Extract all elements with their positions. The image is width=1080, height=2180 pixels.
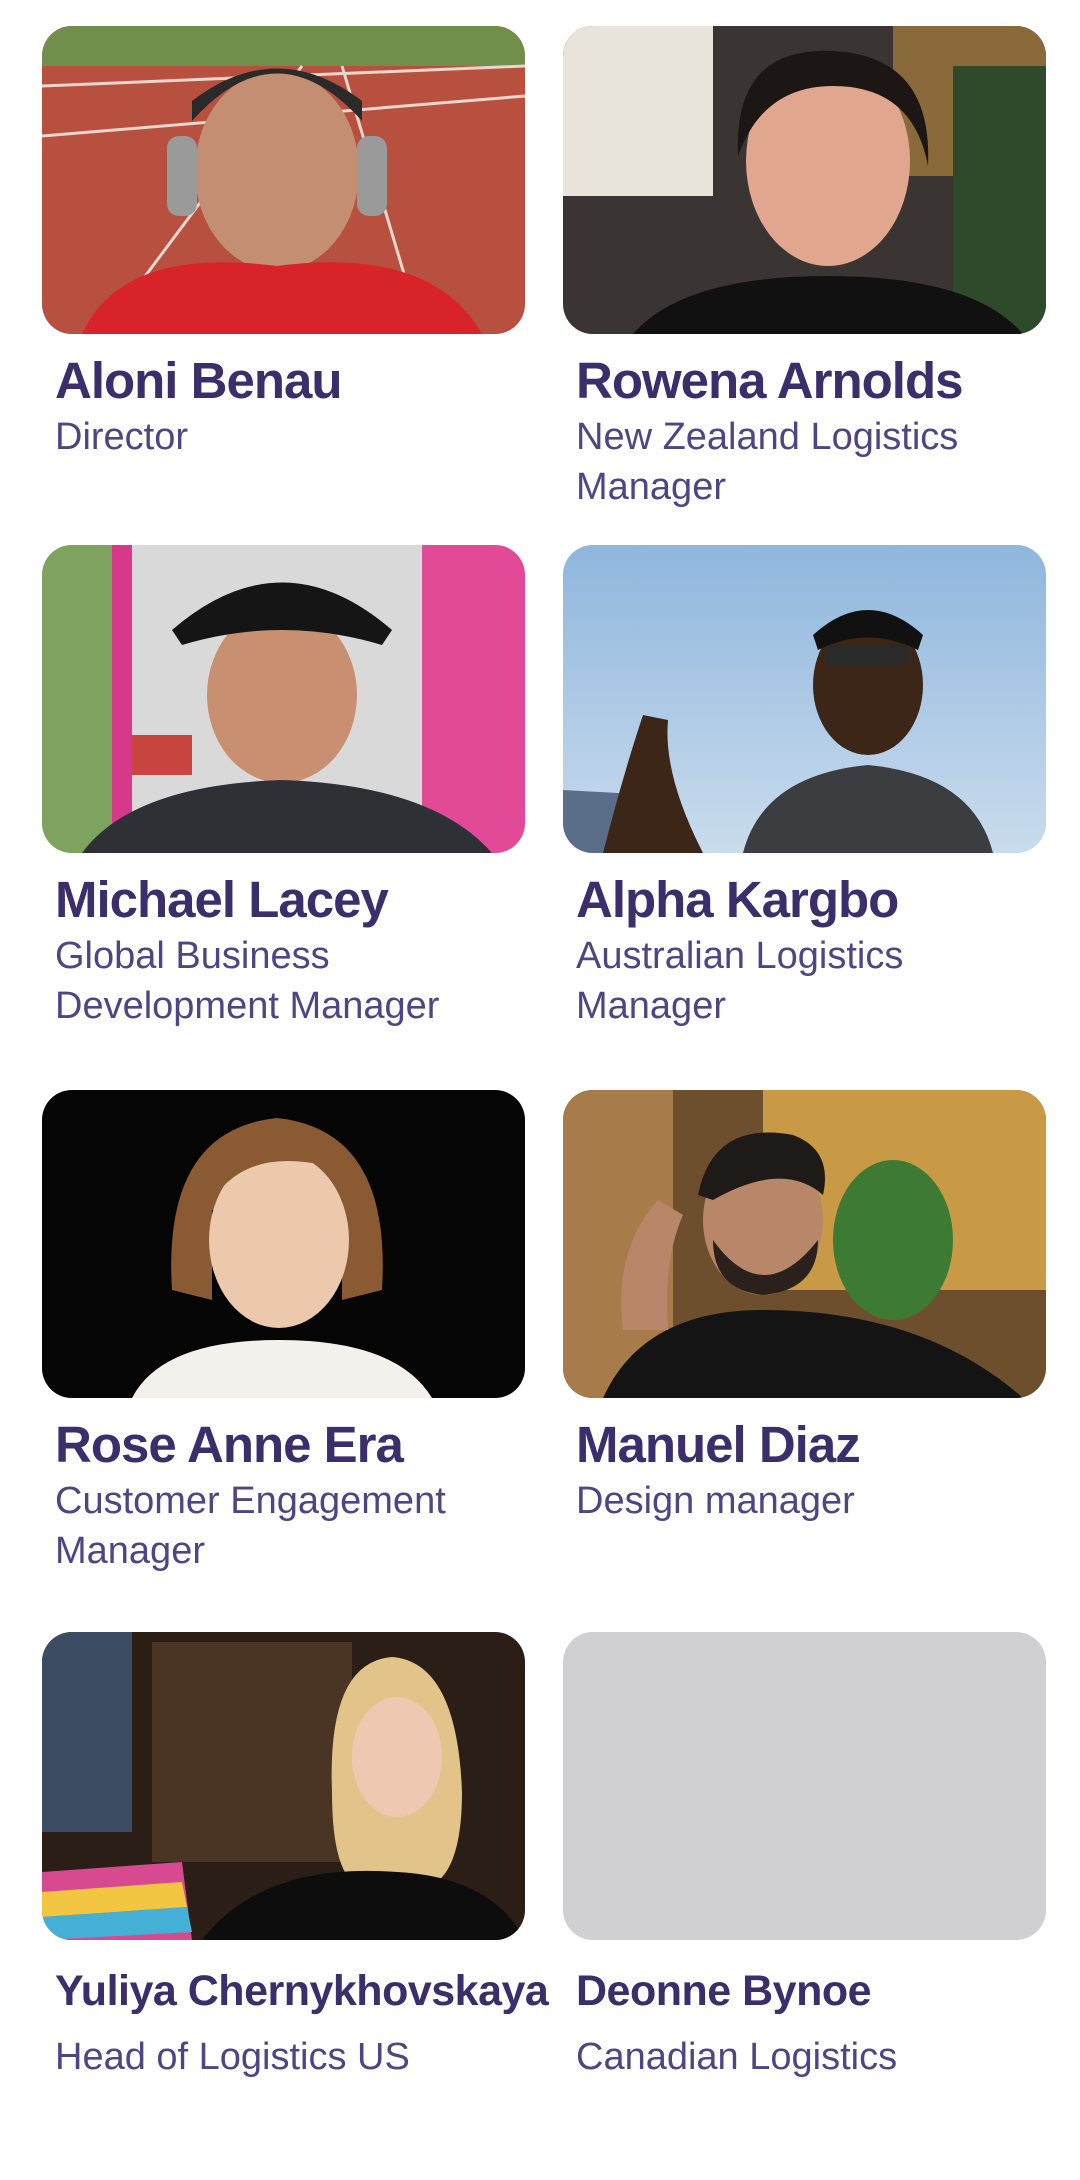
member-role: Australian Logistics Manager bbox=[576, 935, 904, 1027]
member-role: Head of Logistics US bbox=[55, 2036, 410, 2078]
member-name: Manuel Diaz bbox=[576, 1416, 861, 1473]
member-name: Rowena Arnolds bbox=[576, 352, 963, 409]
team-card[interactable]: Yuliya Chernykhovskaya Head of Logistics… bbox=[42, 1632, 549, 2082]
member-name: Alpha Kargbo bbox=[576, 871, 899, 928]
member-role: Design manager bbox=[576, 1480, 855, 1522]
member-role: Canadian Logistics bbox=[576, 2036, 898, 2078]
team-card[interactable]: Rose Anne Era Customer Engagement Manage… bbox=[42, 1090, 525, 1576]
profile-photo bbox=[563, 1090, 1046, 1398]
member-name: Deonne Bynoe bbox=[576, 1967, 872, 2015]
profile-photo bbox=[563, 26, 1046, 334]
profile-photo bbox=[42, 26, 525, 334]
profile-photo bbox=[42, 545, 525, 853]
team-card[interactable]: Deonne Bynoe Canadian Logistics bbox=[563, 1632, 1046, 2082]
member-role: Customer Engagement Manager bbox=[55, 1480, 446, 1572]
member-name: Aloni Benau bbox=[55, 352, 343, 409]
member-name: Rose Anne Era bbox=[55, 1416, 404, 1473]
member-role: Global Business Development Manager bbox=[55, 935, 440, 1027]
profile-photo-placeholder bbox=[563, 1632, 1046, 1940]
profile-photo bbox=[42, 1090, 525, 1398]
member-name: Michael Lacey bbox=[55, 871, 389, 928]
profile-photo bbox=[42, 1632, 525, 1940]
profile-photo bbox=[563, 545, 1046, 853]
team-card[interactable]: Alpha Kargbo Australian Logistics Manage… bbox=[563, 545, 1046, 1031]
team-card[interactable]: Aloni Benau Director bbox=[42, 26, 525, 462]
team-card[interactable]: Rowena Arnolds New Zealand Logistics Man… bbox=[563, 26, 1046, 512]
team-card[interactable]: Michael Lacey Global Business Developmen… bbox=[42, 545, 525, 1031]
team-grid: Aloni Benau Director Rowena Arnolds New … bbox=[0, 0, 1080, 2180]
team-card[interactable]: Manuel Diaz Design manager bbox=[563, 1090, 1046, 1526]
member-role: Director bbox=[55, 416, 189, 458]
member-role: New Zealand Logistics Manager bbox=[576, 416, 959, 508]
member-name: Yuliya Chernykhovskaya bbox=[55, 1967, 549, 2015]
